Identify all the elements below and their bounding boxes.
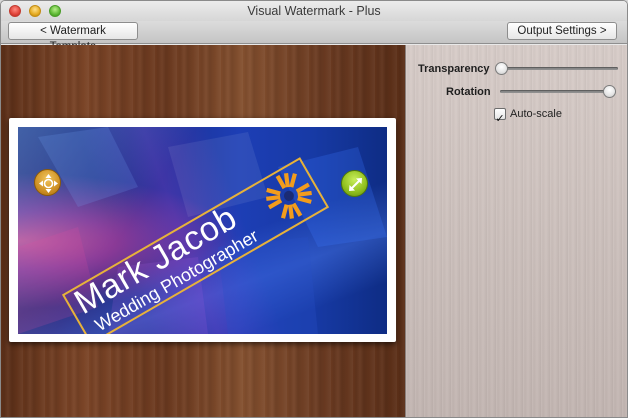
toolbar: < Watermark Template Output Settings >	[1, 21, 627, 53]
minimize-window-button[interactable]	[29, 5, 41, 17]
rotation-slider-track[interactable]	[500, 90, 614, 93]
settings-panel: Transparency Rotation ✓ Auto-scale	[405, 45, 627, 417]
transparency-slider-track[interactable]	[500, 67, 618, 70]
move-watermark-handle[interactable]	[34, 169, 61, 196]
photo-preview: Mark Jacob Wedding Photographer	[18, 127, 387, 334]
close-window-button[interactable]	[9, 5, 21, 17]
autoscale-checkbox[interactable]: ✓	[494, 108, 506, 125]
transparency-slider-knob[interactable]	[495, 62, 508, 75]
zoom-window-button[interactable]	[49, 5, 61, 17]
photo-preview-frame: Mark Jacob Wedding Photographer	[9, 118, 396, 342]
transparency-label: Transparency	[418, 63, 490, 75]
window-title: Visual Watermark - Plus	[247, 4, 381, 18]
move-arrows-icon	[39, 174, 58, 193]
resize-arrows-icon	[349, 178, 362, 191]
autoscale-label: Auto-scale	[510, 108, 562, 120]
rotation-label: Rotation	[446, 86, 491, 98]
scale-watermark-handle[interactable]	[341, 170, 368, 197]
app-window: Visual Watermark - Plus < Watermark Temp…	[0, 0, 628, 418]
watermark-template-button[interactable]: < Watermark Template	[8, 22, 138, 53]
rotation-slider-knob[interactable]	[603, 85, 616, 98]
title-bar: Visual Watermark - Plus	[1, 1, 627, 21]
output-settings-button[interactable]: Output Settings >	[507, 22, 617, 40]
checkmark-icon: ✓	[495, 113, 505, 125]
